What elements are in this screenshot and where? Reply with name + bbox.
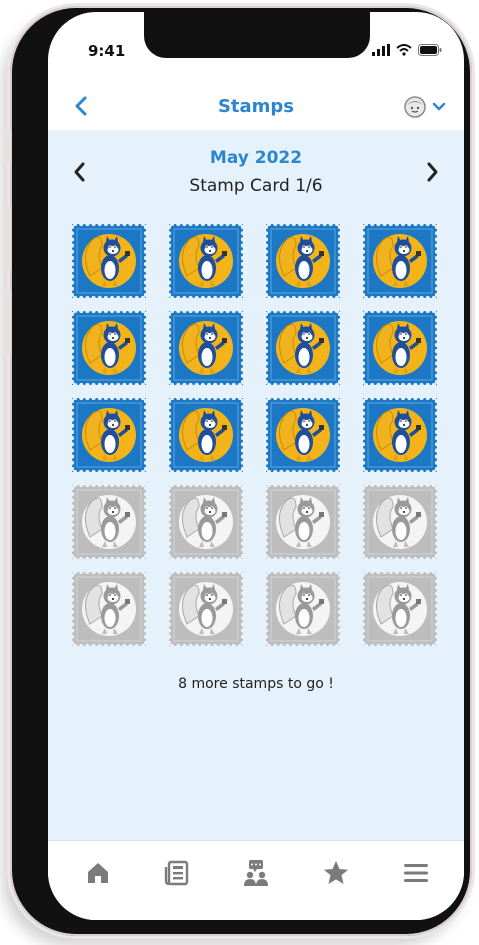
tab-community[interactable] <box>240 857 272 889</box>
squirrel-stamp-icon <box>266 311 340 385</box>
squirrel-stamp-icon <box>363 398 437 472</box>
stamp-collected[interactable] <box>169 224 243 298</box>
app-screen: 9:41 Stamps May 2022 Stamp Card 1/6 8 mo… <box>48 12 464 920</box>
card-month: May 2022 <box>209 148 303 168</box>
squirrel-stamp-icon <box>169 398 243 472</box>
stamp-collected[interactable] <box>363 224 437 298</box>
phone-side-button-volume-up <box>4 205 11 271</box>
star-icon <box>324 861 348 884</box>
stamp-empty[interactable] <box>266 485 340 559</box>
squirrel-stamp-icon <box>363 224 437 298</box>
squirrel-stamp-gray-icon <box>169 572 243 646</box>
home-icon <box>88 863 108 883</box>
squirrel-stamp-gray-icon <box>72 485 146 559</box>
chevron-right-icon <box>427 162 438 182</box>
card-label: Stamp Card 1/6 <box>189 176 323 196</box>
stamp-collected[interactable] <box>363 398 437 472</box>
stamp-collected[interactable] <box>72 311 146 385</box>
squirrel-stamp-icon <box>72 398 146 472</box>
squirrel-stamp-icon <box>169 311 243 385</box>
squirrel-stamp-icon <box>169 224 243 298</box>
stamp-collected[interactable] <box>363 311 437 385</box>
page-title: Stamps <box>217 96 295 117</box>
stamp-empty[interactable] <box>169 572 243 646</box>
remaining-stamps-message: 8 more stamps to go ! <box>178 676 334 692</box>
chevron-down-icon <box>432 102 446 111</box>
squirrel-stamp-icon <box>72 224 146 298</box>
tab-favorites[interactable] <box>320 857 352 889</box>
stamp-empty[interactable] <box>72 572 146 646</box>
profile-menu-button[interactable] <box>404 96 446 118</box>
stamp-card-panel: May 2022 Stamp Card 1/6 8 more stamps to… <box>48 130 464 840</box>
squirrel-stamp-gray-icon <box>363 572 437 646</box>
squirrel-stamp-gray-icon <box>169 485 243 559</box>
squirrel-stamp-gray-icon <box>72 572 146 646</box>
wifi-icon <box>396 44 412 56</box>
stamp-collected[interactable] <box>266 311 340 385</box>
tab-menu[interactable] <box>400 857 432 889</box>
tab-news[interactable] <box>161 857 193 889</box>
stamp-collected[interactable] <box>169 398 243 472</box>
stamp-collected[interactable] <box>72 398 146 472</box>
phone-notch <box>144 12 370 58</box>
stamp-empty[interactable] <box>72 485 146 559</box>
status-icons <box>372 44 442 56</box>
stamp-empty[interactable] <box>363 485 437 559</box>
phone-side-button-volume-down <box>4 290 11 356</box>
squirrel-stamp-gray-icon <box>266 485 340 559</box>
battery-icon <box>418 44 442 56</box>
cellular-signal-icon <box>372 44 390 56</box>
stamp-collected[interactable] <box>266 398 340 472</box>
app-header: Stamps <box>48 82 464 130</box>
stamp-empty[interactable] <box>266 572 340 646</box>
avatar-face-icon <box>404 96 426 118</box>
squirrel-stamp-icon <box>266 224 340 298</box>
squirrel-stamp-icon <box>363 311 437 385</box>
stamp-empty[interactable] <box>363 572 437 646</box>
status-time: 9:41 <box>88 42 126 60</box>
stamp-collected[interactable] <box>72 224 146 298</box>
stamp-empty[interactable] <box>169 485 243 559</box>
stamp-collected[interactable] <box>169 311 243 385</box>
squirrel-stamp-icon <box>72 311 146 385</box>
stamp-grid <box>72 224 442 646</box>
hamburger-menu-icon <box>404 864 428 882</box>
squirrel-stamp-gray-icon <box>266 572 340 646</box>
tab-home[interactable] <box>82 857 114 889</box>
newspaper-icon <box>164 860 189 886</box>
bottom-tab-bar <box>48 840 464 920</box>
next-card-button[interactable] <box>420 158 444 186</box>
phone-side-button-silent <box>4 130 11 164</box>
squirrel-stamp-gray-icon <box>363 485 437 559</box>
squirrel-stamp-icon <box>266 398 340 472</box>
people-chat-icon <box>244 860 268 886</box>
stamp-collected[interactable] <box>266 224 340 298</box>
